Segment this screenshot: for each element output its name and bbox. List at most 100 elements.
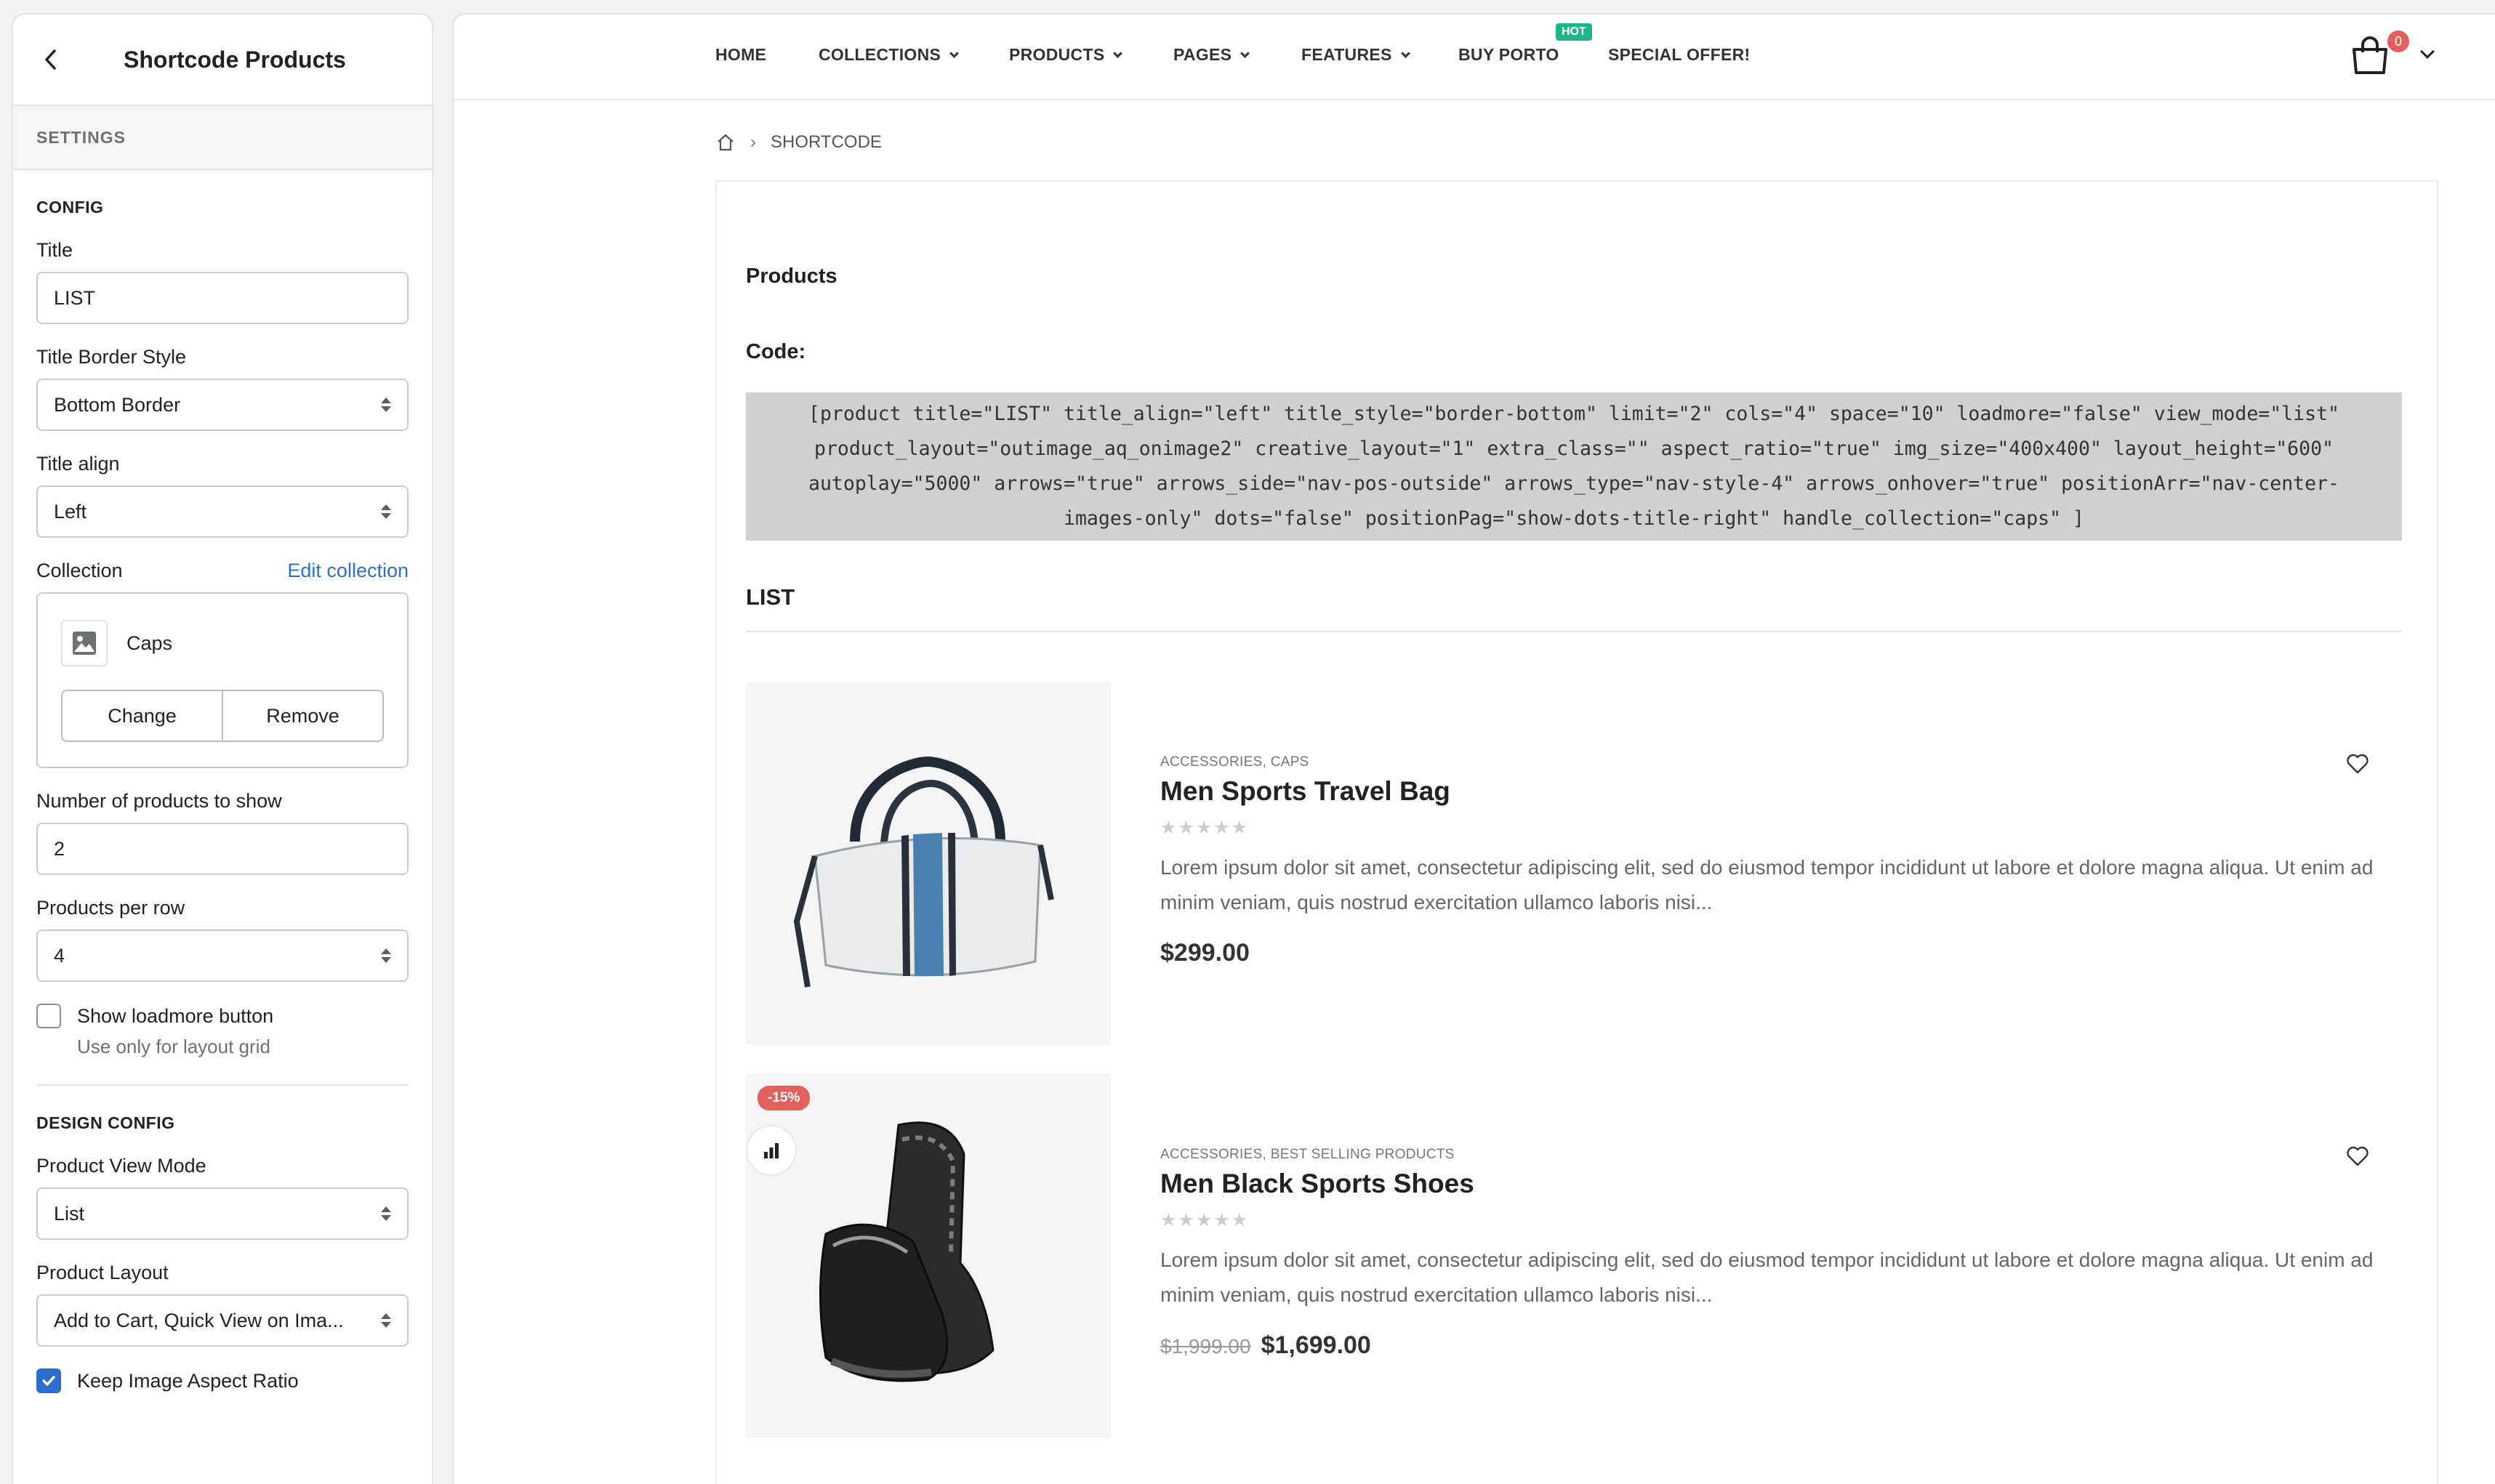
edit-collection-link[interactable]: Edit collection <box>287 560 409 582</box>
title-align-value: Left <box>54 500 87 523</box>
collection-name: Caps <box>126 632 173 654</box>
panel-header: Shortcode Products <box>13 15 432 106</box>
nav-products[interactable]: PRODUCTS <box>1009 45 1123 65</box>
chevron-down-icon <box>1113 48 1123 58</box>
bar-chart-icon <box>764 1143 779 1158</box>
config-heading: CONFIG <box>36 198 104 217</box>
products-count-value: 2 <box>54 837 65 860</box>
rating-stars: ★★★★★ <box>1160 818 1250 838</box>
shopping-bag-icon[interactable] <box>2348 35 2392 78</box>
code-line: product_layout="outimage_aq_onimage2" cr… <box>813 437 2334 460</box>
products-count-input[interactable]: 2 <box>36 823 409 875</box>
chevron-down-icon <box>1400 48 1410 58</box>
product-categories: ACCESSORIES, BEST SELLING PRODUCTS <box>1160 1147 1455 1162</box>
nav-special-offer[interactable]: SPECIAL OFFER! <box>1608 45 1750 65</box>
product-price-group: $1,999.00 $1,699.00 <box>1160 1331 1371 1360</box>
view-mode-select[interactable]: List <box>36 1187 409 1240</box>
breadcrumb-current: SHORTCODE <box>771 132 882 152</box>
product-image[interactable]: -15% <box>746 1074 1111 1437</box>
cart-count-badge: 0 <box>2387 31 2409 52</box>
remove-button[interactable]: Remove <box>222 691 382 741</box>
per-row-value: 4 <box>54 944 65 967</box>
nav-features[interactable]: FEATURES <box>1301 45 1410 65</box>
breadcrumb-separator: › <box>750 132 756 152</box>
select-arrows-icon <box>381 1206 391 1221</box>
select-arrows-icon <box>381 948 391 963</box>
products-heading: Products <box>746 265 837 288</box>
settings-panel: Shortcode Products SETTINGS CONFIG Title… <box>13 15 432 1484</box>
compare-button[interactable] <box>746 1125 797 1176</box>
loadmore-checkbox[interactable] <box>36 1004 61 1028</box>
heart-icon[interactable] <box>2345 751 2370 776</box>
product-name[interactable]: Men Black Sports Shoes <box>1160 1169 1474 1199</box>
collection-label: Collection <box>36 560 123 581</box>
rating-stars: ★★★★★ <box>1160 1210 1250 1230</box>
chevron-left-icon <box>45 49 56 70</box>
aspect-ratio-checkbox[interactable] <box>36 1368 61 1393</box>
code-line: [product title="LIST" title_align="left"… <box>808 403 2339 425</box>
product-item: ACCESSORIES, CAPS Men Sports Travel Bag … <box>746 682 2402 1045</box>
heart-icon[interactable] <box>2345 1144 2370 1169</box>
product-layout-value: Add to Cart, Quick View on Ima... <box>54 1309 344 1331</box>
code-heading: Code: <box>746 340 806 363</box>
settings-section-header: SETTINGS <box>13 106 432 170</box>
product-description: Lorem ipsum dolor sit amet, consectetur … <box>1160 856 2374 914</box>
aspect-ratio-label: Keep Image Aspect Ratio <box>77 1369 299 1392</box>
select-arrows-icon <box>381 398 391 412</box>
title-input-value: LIST <box>54 286 96 309</box>
shortcode-block: [product title="LIST" title_align="left"… <box>746 392 2402 541</box>
code-line: autoplay="5000" arrows="true" arrows_sid… <box>808 472 2339 495</box>
view-mode-label: Product View Mode <box>36 1155 206 1177</box>
hot-badge: HOT <box>1556 23 1592 41</box>
old-price: $1,999.00 <box>1160 1335 1251 1358</box>
select-arrows-icon <box>381 504 391 519</box>
border-style-label: Title Border Style <box>36 346 187 368</box>
home-icon[interactable] <box>715 132 736 153</box>
per-row-select[interactable]: 4 <box>36 929 409 982</box>
panel-title: Shortcode Products <box>124 46 346 73</box>
back-button[interactable] <box>35 44 67 76</box>
sports-shoes-image <box>819 1121 995 1382</box>
select-arrows-icon <box>381 1313 391 1328</box>
divider <box>36 1084 409 1086</box>
products-count-label: Number of products to show <box>36 790 282 812</box>
content-area: Products Code: [product title="LIST" tit… <box>715 180 2438 1484</box>
image-placeholder-icon <box>61 620 108 666</box>
per-row-label: Products per row <box>36 897 185 919</box>
design-config-heading: DESIGN CONFIG <box>36 1113 175 1132</box>
title-border <box>746 631 2402 632</box>
loadmore-help-text: Use only for layout grid <box>77 1036 270 1057</box>
product-price: $299.00 <box>1160 939 1250 967</box>
travel-bag-image <box>793 756 1054 988</box>
chevron-down-icon <box>949 48 960 58</box>
title-align-label: Title align <box>36 453 120 475</box>
change-button[interactable]: Change <box>63 691 222 741</box>
border-style-select[interactable]: Bottom Border <box>36 379 409 431</box>
product-price: $1,699.00 <box>1261 1331 1371 1359</box>
product-layout-select[interactable]: Add to Cart, Quick View on Ima... <box>36 1294 409 1347</box>
nav-buy-porto[interactable]: BUY PORTO <box>1458 45 1559 65</box>
product-name[interactable]: Men Sports Travel Bag <box>1160 776 1450 807</box>
product-layout-label: Product Layout <box>36 1262 169 1283</box>
nav-collections[interactable]: COLLECTIONS <box>819 45 960 65</box>
top-navigation: HOME COLLECTIONS PRODUCTS PAGES FEATURES… <box>454 15 2495 100</box>
title-align-select[interactable]: Left <box>36 485 409 538</box>
collection-picker: Caps Change Remove <box>36 592 409 768</box>
product-item: -15% ACCESSORIES, BEST SELLING PRODUCTS … <box>746 1074 2402 1437</box>
chevron-down-icon <box>1240 48 1250 58</box>
checkmark-icon <box>42 1376 55 1386</box>
product-description: Lorem ipsum dolor sit amet, consectetur … <box>1160 1249 2374 1306</box>
loadmore-label: Show loadmore button <box>77 1004 274 1027</box>
breadcrumb: › SHORTCODE <box>715 132 882 153</box>
title-label: Title <box>36 239 73 261</box>
product-image[interactable] <box>746 682 1111 1045</box>
nav-pages[interactable]: PAGES <box>1173 45 1250 65</box>
theme-preview: HOME COLLECTIONS PRODUCTS PAGES FEATURES… <box>454 15 2495 1484</box>
nav-home[interactable]: HOME <box>715 45 766 65</box>
discount-badge: -15% <box>758 1086 811 1110</box>
code-line: images-only" dots="false" positionPag="s… <box>1064 507 2084 530</box>
title-input[interactable]: LIST <box>36 272 409 324</box>
product-categories: ACCESSORIES, CAPS <box>1160 754 1309 770</box>
view-mode-value: List <box>54 1202 85 1225</box>
chevron-down-icon[interactable] <box>2420 44 2435 59</box>
